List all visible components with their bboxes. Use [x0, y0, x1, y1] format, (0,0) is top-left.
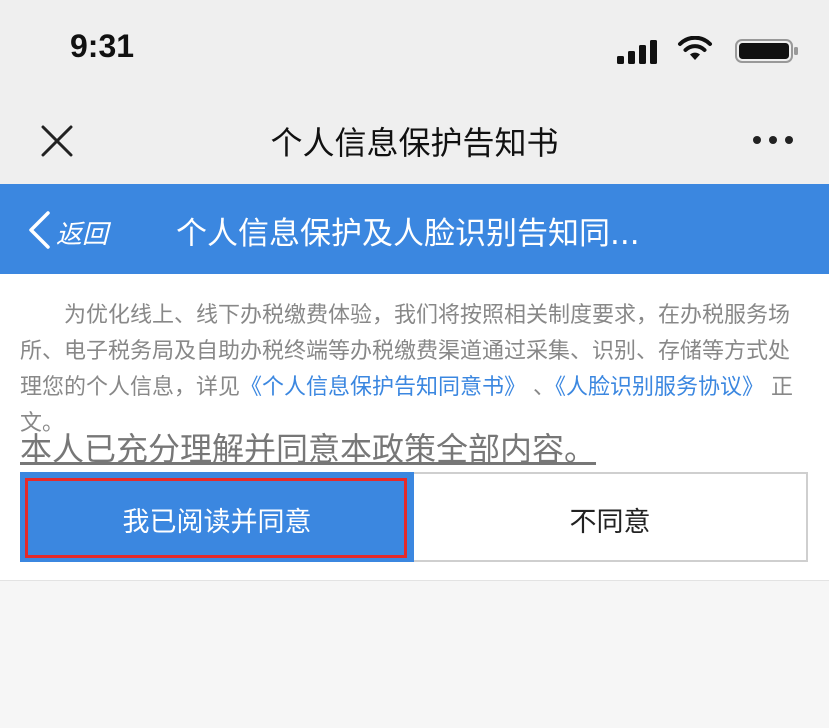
- agree-button-label: 我已阅读并同意: [122, 507, 312, 538]
- signal-icon: [617, 40, 657, 64]
- disagree-button-label: 不同意: [569, 507, 651, 538]
- nav-bar: 返回 个人信息保护及人脸识别告知同...: [0, 184, 829, 274]
- app-screen: 9:31 个人信息保护告知书 返回 个人信息保护及人脸识别告知同... 为优化线…: [0, 0, 829, 728]
- content-panel: 为优化线上、线下办税缴费体验，我们将按照相关制度要求，在办税服务场所、电子税务局…: [0, 274, 829, 580]
- agree-button[interactable]: 我已阅读并同意: [20, 472, 414, 562]
- consent-statement: 本人已充分理解并同意本政策全部内容。: [20, 430, 597, 468]
- face-recognition-agreement-link[interactable]: 《人脸识别服务协议》: [555, 375, 764, 400]
- notice-separator: 、: [526, 375, 556, 400]
- button-row: 我已阅读并同意 不同意: [20, 472, 808, 562]
- disagree-button[interactable]: 不同意: [414, 472, 808, 562]
- wifi-icon: [678, 36, 712, 60]
- chevron-left-icon: [29, 211, 50, 249]
- divider: [0, 580, 829, 581]
- status-time: 9:31: [70, 28, 135, 64]
- battery-icon: [735, 39, 798, 63]
- nav-title: 个人信息保护及人脸识别告知同...: [176, 216, 640, 252]
- title-bar: 个人信息保护告知书: [0, 100, 829, 184]
- privacy-consent-link[interactable]: 《个人信息保护告知同意书》: [240, 375, 526, 400]
- notice-paragraph: 为优化线上、线下办税缴费体验，我们将按照相关制度要求，在办税服务场所、电子税务局…: [20, 298, 798, 442]
- status-bar: 9:31: [0, 0, 829, 100]
- more-icon[interactable]: [751, 130, 795, 150]
- page-title: 个人信息保护告知书: [270, 124, 559, 162]
- back-label: 返回: [56, 220, 109, 250]
